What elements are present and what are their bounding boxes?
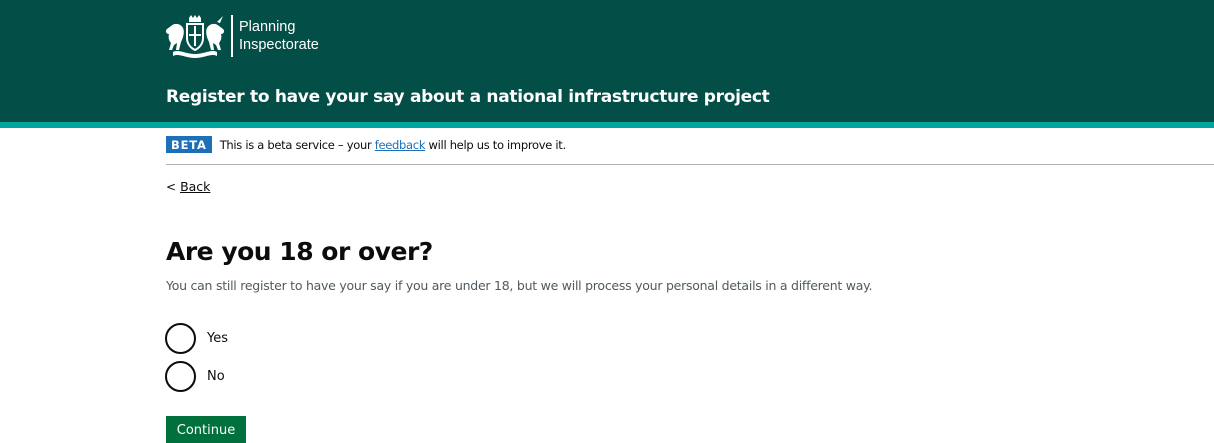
phase-banner: BETA This is a beta service – your feedb… — [166, 136, 1214, 165]
back-link-label: Back — [180, 179, 211, 194]
royal-coat-of-arms-icon — [165, 15, 225, 58]
organisation-name-line1: Planning — [239, 19, 296, 35]
organisation-name: Planning Inspectorate — [239, 18, 319, 54]
beta-tag: BETA — [166, 136, 212, 153]
back-link[interactable]: < Back — [166, 179, 210, 194]
phase-text-after: will help us to improve it. — [425, 138, 567, 152]
service-name-link[interactable]: Register to have your say about a nation… — [166, 87, 770, 107]
continue-button[interactable]: Continue — [166, 416, 246, 443]
site-header: Planning Inspectorate Register to have y… — [0, 0, 1214, 122]
radio-button-no[interactable] — [165, 361, 196, 392]
phase-banner-text: This is a beta service – your feedback w… — [220, 136, 566, 154]
organisation-logo[interactable]: Planning Inspectorate — [165, 11, 319, 61]
phase-text-before: This is a beta service – your — [219, 138, 375, 152]
feedback-link[interactable]: feedback — [375, 138, 426, 152]
radio-option-yes[interactable]: Yes — [165, 323, 228, 354]
organisation-name-line2: Inspectorate — [239, 37, 319, 53]
radio-label-no[interactable]: No — [207, 369, 225, 384]
radio-button-yes[interactable] — [165, 323, 196, 354]
header-accent-stripe — [0, 122, 1214, 128]
logo-divider — [231, 15, 233, 57]
page-title: Are you 18 or over? — [166, 237, 433, 266]
chevron-left-icon: < — [166, 179, 177, 194]
radio-label-yes[interactable]: Yes — [207, 331, 228, 346]
radio-option-no[interactable]: No — [165, 361, 225, 392]
question-hint: You can still register to have your say … — [166, 278, 873, 293]
